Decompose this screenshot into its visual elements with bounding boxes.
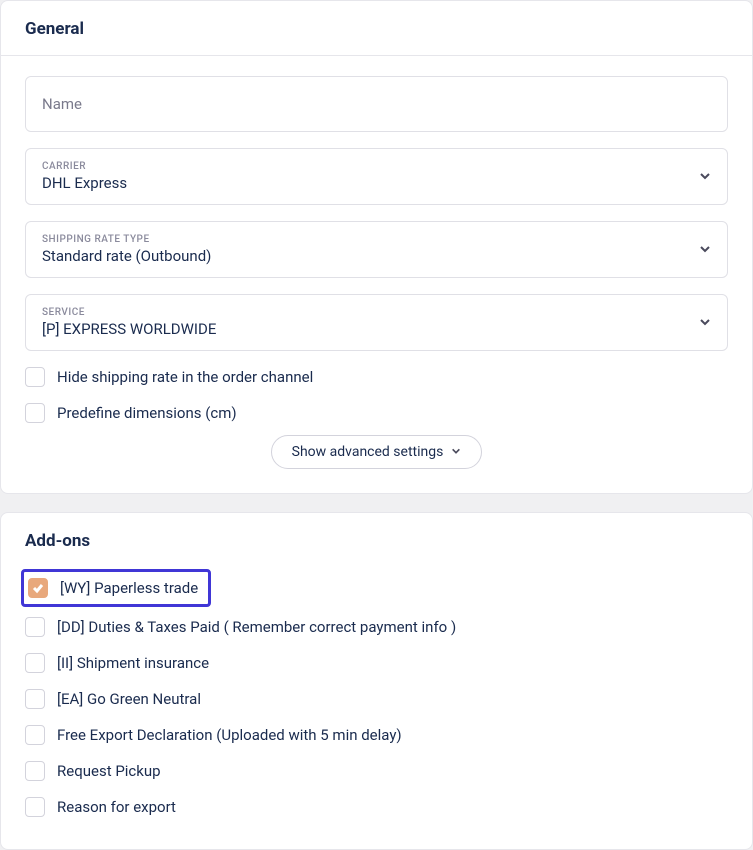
addon-row-highlighted: [WY] Paperless trade — [25, 565, 728, 609]
addon-row[interactable]: Request Pickup — [25, 753, 728, 789]
rate-type-content: SHIPPING RATE TYPE Standard rate (Outbou… — [42, 234, 211, 265]
name-field[interactable] — [25, 76, 728, 132]
addon-checkbox-paperless[interactable] — [28, 578, 48, 598]
addon-label: [WY] Paperless trade — [60, 579, 198, 597]
service-value: [P] EXPRESS WORLDWIDE — [42, 320, 216, 338]
addon-label: Request Pickup — [57, 762, 161, 780]
show-advanced-button[interactable]: Show advanced settings — [271, 435, 483, 469]
predefine-dims-label: Predefine dimensions (cm) — [57, 404, 237, 422]
advanced-button-label: Show advanced settings — [292, 444, 444, 460]
addon-checkbox-pickup[interactable] — [25, 761, 45, 781]
hide-rate-label: Hide shipping rate in the order channel — [57, 368, 313, 386]
advanced-button-wrap: Show advanced settings — [25, 435, 728, 469]
addon-label: [EA] Go Green Neutral — [57, 690, 201, 708]
addon-row[interactable]: [EA] Go Green Neutral — [25, 681, 728, 717]
addon-row[interactable]: Reason for export — [25, 789, 728, 825]
predefine-dims-row[interactable]: Predefine dimensions (cm) — [25, 403, 728, 423]
chevron-down-icon — [699, 313, 711, 332]
chevron-down-icon — [451, 444, 461, 460]
service-select[interactable]: SERVICE [P] EXPRESS WORLDWIDE — [25, 294, 728, 351]
rate-type-value: Standard rate (Outbound) — [42, 247, 211, 265]
addon-checkbox-duties[interactable] — [25, 617, 45, 637]
addon-row[interactable]: [DD] Duties & Taxes Paid ( Remember corr… — [25, 609, 728, 645]
addon-label: Reason for export — [57, 798, 176, 816]
hide-rate-checkbox[interactable] — [25, 367, 45, 387]
carrier-select[interactable]: CARRIER DHL Express — [25, 148, 728, 205]
addon-row[interactable]: Free Export Declaration (Uploaded with 5… — [25, 717, 728, 753]
carrier-content: CARRIER DHL Express — [42, 161, 127, 192]
service-label: SERVICE — [42, 307, 216, 318]
addons-title: Add-ons — [25, 531, 728, 551]
carrier-value: DHL Express — [42, 174, 127, 192]
hide-rate-row[interactable]: Hide shipping rate in the order channel — [25, 367, 728, 387]
rate-type-label: SHIPPING RATE TYPE — [42, 234, 211, 245]
general-panel: General CARRIER DHL Express SHIPPING RAT… — [0, 0, 753, 494]
addon-label: [II] Shipment insurance — [57, 654, 209, 672]
service-content: SERVICE [P] EXPRESS WORLDWIDE — [42, 307, 216, 338]
addon-checkbox-export-declaration[interactable] — [25, 725, 45, 745]
addon-checkbox-reason[interactable] — [25, 797, 45, 817]
general-title: General — [25, 19, 728, 39]
addon-highlight-box: [WY] Paperless trade — [21, 569, 211, 607]
name-input[interactable] — [26, 77, 727, 131]
general-header: General — [1, 1, 752, 56]
addon-label: [DD] Duties & Taxes Paid ( Remember corr… — [57, 618, 456, 636]
addons-panel: Add-ons [WY] Paperless trade [DD] Duties… — [0, 512, 753, 850]
predefine-dims-checkbox[interactable] — [25, 403, 45, 423]
addon-checkbox-gogreen[interactable] — [25, 689, 45, 709]
addon-label: Free Export Declaration (Uploaded with 5… — [57, 726, 402, 744]
general-body: CARRIER DHL Express SHIPPING RATE TYPE S… — [1, 56, 752, 493]
addon-checkbox-insurance[interactable] — [25, 653, 45, 673]
addon-row[interactable]: [II] Shipment insurance — [25, 645, 728, 681]
addons-body: [WY] Paperless trade [DD] Duties & Taxes… — [1, 555, 752, 849]
carrier-label: CARRIER — [42, 161, 127, 172]
addons-header: Add-ons — [1, 513, 752, 555]
rate-type-select[interactable]: SHIPPING RATE TYPE Standard rate (Outbou… — [25, 221, 728, 278]
chevron-down-icon — [699, 167, 711, 186]
chevron-down-icon — [699, 240, 711, 259]
